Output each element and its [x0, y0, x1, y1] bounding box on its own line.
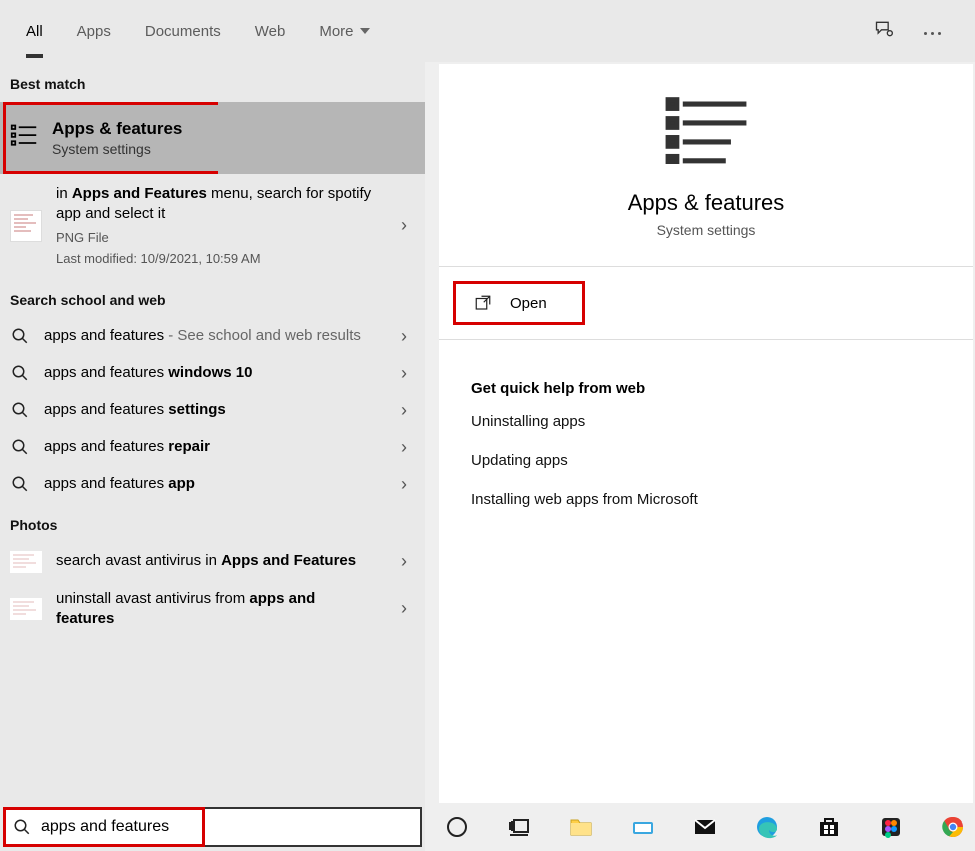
- feedback-icon[interactable]: [874, 19, 894, 44]
- chevron-right-icon[interactable]: ›: [391, 437, 417, 458]
- web-result-text: apps and features repair: [44, 437, 377, 457]
- web-result-text: apps and features windows 10: [44, 363, 377, 383]
- more-options-icon[interactable]: [922, 22, 943, 40]
- png-thumbnail-icon: [10, 210, 42, 242]
- search-icon: [10, 400, 30, 420]
- microsoft-store-icon[interactable]: [815, 813, 843, 841]
- tab-web[interactable]: Web: [255, 5, 286, 58]
- tab-documents[interactable]: Documents: [145, 5, 221, 58]
- photo-thumbnail-icon: [10, 551, 42, 573]
- file-explorer-icon[interactable]: [567, 813, 595, 841]
- results-pane: Best match Apps & features System settin…: [0, 62, 425, 803]
- photo-thumbnail-icon: [10, 598, 42, 620]
- chevron-right-icon[interactable]: ›: [391, 363, 417, 384]
- photo-result-text: search avast antivirus in Apps and Featu…: [56, 551, 377, 571]
- open-button[interactable]: Open: [453, 281, 585, 325]
- open-icon: [474, 294, 492, 312]
- web-result-1[interactable]: apps and features windows 10 ›: [0, 355, 425, 392]
- result-png-body: in Apps and Features menu, search for sp…: [56, 184, 377, 268]
- chevron-right-icon[interactable]: ›: [391, 598, 417, 619]
- edge-icon[interactable]: [753, 813, 781, 841]
- chevron-right-icon[interactable]: ›: [391, 474, 417, 495]
- chevron-right-icon[interactable]: ›: [391, 326, 417, 347]
- result-png-file[interactable]: in Apps and Features menu, search for sp…: [0, 174, 425, 278]
- tab-apps[interactable]: Apps: [77, 5, 111, 58]
- taskbar: [425, 803, 975, 851]
- chevron-right-icon[interactable]: ›: [391, 400, 417, 421]
- search-input[interactable]: [41, 818, 412, 836]
- chevron-down-icon: [360, 28, 370, 34]
- web-result-4[interactable]: apps and features app ›: [0, 466, 425, 503]
- section-photos: Photos: [0, 503, 425, 543]
- best-match-item[interactable]: Apps & features System settings: [0, 102, 425, 174]
- mail-icon[interactable]: [691, 813, 719, 841]
- cortana-icon[interactable]: [443, 813, 471, 841]
- chevron-right-icon[interactable]: ›: [391, 551, 417, 572]
- web-result-0[interactable]: apps and features - See school and web r…: [0, 318, 425, 355]
- search-input-container[interactable]: [3, 807, 422, 847]
- help-link-2[interactable]: Installing web apps from Microsoft: [471, 491, 973, 508]
- best-match-title: Apps & features: [52, 119, 182, 139]
- web-result-3[interactable]: apps and features repair ›: [0, 429, 425, 466]
- web-result-text: apps and features settings: [44, 400, 377, 420]
- help-heading: Get quick help from web: [471, 380, 973, 397]
- apps-features-icon: [10, 122, 38, 155]
- tab-more-label: More: [319, 23, 353, 40]
- figma-icon[interactable]: [877, 813, 905, 841]
- tab-more[interactable]: More: [319, 5, 369, 58]
- help-link-1[interactable]: Updating apps: [471, 452, 973, 469]
- section-best-match: Best match: [0, 62, 425, 102]
- chrome-icon[interactable]: [939, 813, 967, 841]
- tab-all[interactable]: All: [26, 5, 43, 58]
- photo-result-text: uninstall avast antivirus from apps and …: [56, 589, 377, 630]
- web-result-text: apps and features - See school and web r…: [44, 326, 377, 346]
- onscreen-keyboard-icon[interactable]: [629, 813, 657, 841]
- search-icon: [10, 437, 30, 457]
- photo-result-1[interactable]: uninstall avast antivirus from apps and …: [0, 581, 425, 638]
- preview-pane: Apps & features System settings Open Get…: [439, 64, 973, 803]
- photo-result-0[interactable]: search avast antivirus in Apps and Featu…: [0, 543, 425, 581]
- web-result-2[interactable]: apps and features settings ›: [0, 392, 425, 429]
- help-link-0[interactable]: Uninstalling apps: [471, 413, 973, 430]
- preview-subtitle: System settings: [439, 222, 973, 238]
- apps-features-large-icon: [439, 94, 973, 164]
- web-result-text: apps and features app: [44, 474, 377, 494]
- search-icon: [10, 326, 30, 346]
- search-icon: [10, 474, 30, 494]
- open-button-label: Open: [510, 295, 547, 312]
- best-match-subtitle: System settings: [52, 141, 182, 157]
- search-icon: [10, 363, 30, 383]
- search-icon: [13, 818, 31, 836]
- preview-title: Apps & features: [439, 190, 973, 216]
- task-view-icon[interactable]: [505, 813, 533, 841]
- chevron-right-icon[interactable]: ›: [391, 215, 417, 236]
- search-scope-tabs: All Apps Documents Web More: [0, 0, 975, 62]
- section-search-web: Search school and web: [0, 278, 425, 318]
